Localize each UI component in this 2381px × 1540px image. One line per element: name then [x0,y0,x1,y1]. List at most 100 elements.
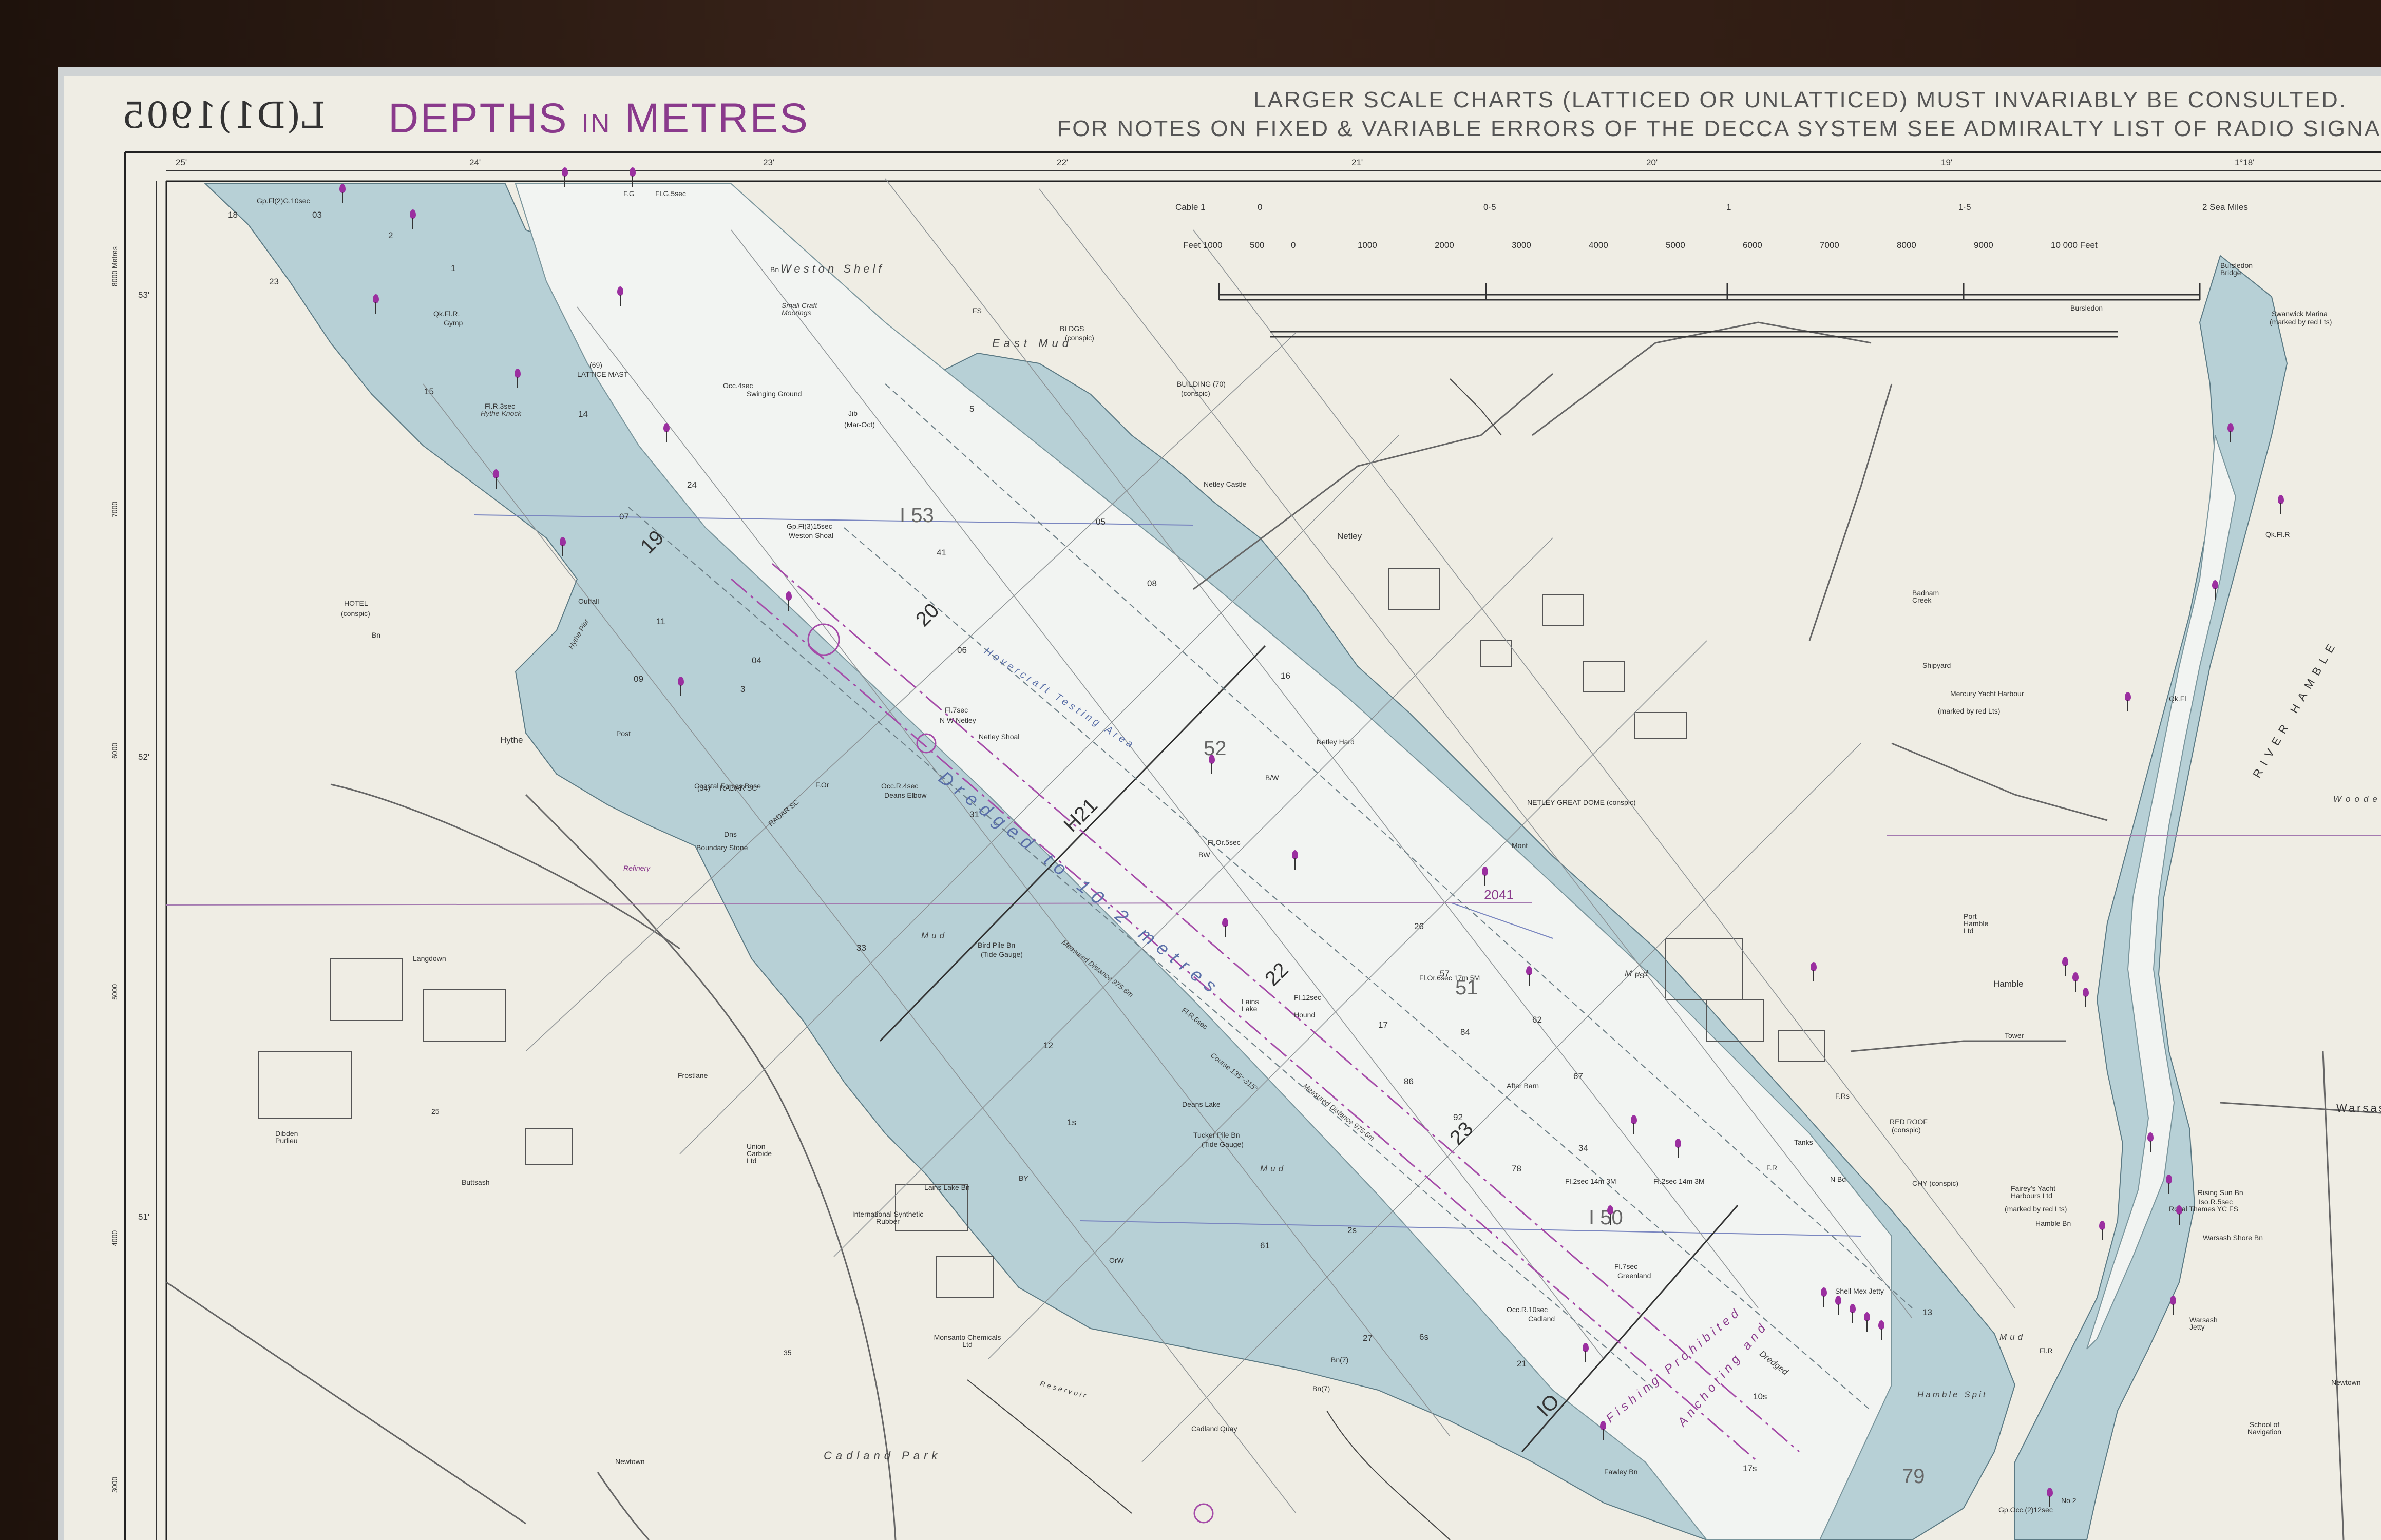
lon-23: 23' [763,158,775,167]
scale-feet-1000: Feet 1000 [1183,240,1223,250]
label-hythe: Hythe [500,735,523,745]
metre-7000: 7000 [110,501,119,517]
label-school-of-navigation: School of Navigation [2247,1420,2282,1436]
label-cadland-quay: Cadland Quay [1191,1424,1237,1433]
label-shipyard: Shipyard [1922,661,1951,669]
light-pin [1221,918,1229,938]
spot-height-25: 25 [431,1107,440,1115]
label-hamble-spit: Hamble Spit [1917,1390,1988,1399]
label-deans-elbow: Deans Elbow [884,791,927,799]
sounding: 17s [1743,1464,1757,1473]
label-cadland-park: Cadland Park [824,1449,942,1462]
label-warsash: Warsash [2336,1102,2381,1114]
light-pin [1849,1304,1857,1324]
sounding: 06 [957,645,967,655]
lon-21: 21' [1351,158,1363,167]
light-pin [559,537,567,557]
scale-mile-2: 2 Sea Miles [2202,202,2248,212]
light-fl-or-5sec: Fl.Or.5sec [1208,838,1241,846]
label-bird-pile-bn: Bird Pile Bn [978,941,1016,949]
light-bn-2: Bn [372,631,381,639]
metre-5000: 5000 [110,984,119,1000]
label-monsanto: Monsanto Chemicals Ltd [934,1333,1001,1349]
sounding: 07 [619,512,629,522]
lat-53: 53' [138,290,150,300]
light-pin [2146,1132,2155,1153]
scale-feet-9000: 9000 [1974,240,1993,250]
label-fawley-bn: Fawley Bn [1604,1468,1638,1476]
sounding: 57 [1440,969,1450,978]
sounding: 2s [1347,1225,1357,1235]
light-pin [2061,957,2069,977]
light-pin [372,294,380,315]
light-pin [338,184,347,204]
label-netley-great-dome: NETLEY GREAT DOME (conspic) [1527,798,1636,806]
label-badnam-creek: Badnam Creek [1912,589,1939,604]
light-pin [1834,1296,1842,1316]
label-mont: Mont [1512,841,1528,850]
light-f-rs: F.Rs [1835,1092,1850,1100]
lon-20: 20' [1646,158,1658,167]
light-pin [1863,1312,1871,1333]
nautical-chart: L(D1)1905 DEPTHS IN METRES LARGER SCALE … [64,76,2381,1540]
light-pin [409,209,417,230]
light-lattice-69: (69) [589,361,602,369]
sounding: 61 [1260,1241,1270,1250]
label-bursledon-bridge: Bursledon Bridge [2220,261,2253,277]
light-fl-7sec-b: Fl.7sec [1614,1262,1638,1270]
label-outfall: Outfall [578,597,599,605]
light-pin [628,167,637,188]
label-dolphins: Dns [724,830,737,838]
scale-cable-label: Cable 1 [1175,202,1206,212]
light-pin [2277,495,2285,515]
label-n-bd: N Bd [1830,1175,1846,1183]
label-cadland: Cadland [1528,1315,1555,1323]
label-moorings-note: (Mar-Oct) [844,420,875,429]
light-by: BY [1019,1174,1028,1182]
metre-4000: 4000 [110,1230,119,1246]
sounding: 09 [634,674,643,684]
light-gp-fl-3-15sec: Gp.Fl(3)15sec [787,522,832,530]
label-wooded: Wooded [2333,794,2381,804]
lon-24: 24' [469,158,481,167]
light-b-w: B/W [1265,774,1279,782]
label-swinging-ground: Swinging Ground [747,390,802,398]
sounding: 92 [1453,1112,1463,1122]
lon-19: 19' [1941,158,1953,167]
label-frostlane: Frostlane [678,1071,708,1080]
label-warsash-shore-bn: Warsash Shore Bn [2203,1234,2263,1242]
light-f-g: F.G [623,189,635,198]
label-greenland: Greenland [1617,1272,1651,1280]
light-pin [677,677,685,697]
light-pin [1582,1343,1590,1363]
light-radar-34: (34) [697,784,710,792]
label-weston-shoal: Weston Shoal [789,531,833,540]
sounding: 11 [656,617,665,626]
light-pin [1525,966,1533,987]
label-bldgs: BLDGS [1060,324,1084,333]
light-qk-fl-r: Qk.Fl.R. [433,310,460,318]
sounding: 05 [1096,517,1106,527]
light-pin [2082,988,2090,1008]
sounding: 21 [1517,1359,1527,1369]
light-pin [1820,1287,1828,1308]
sounding: 84 [1460,1027,1470,1037]
label-langdown: Langdown [413,954,446,962]
label-bldgs-conspic: (conspic) [1065,334,1094,342]
light-pin [1481,867,1489,887]
light-occ-r-4sec: Occ.R.4sec [881,782,919,790]
sounding: 12 [1043,1041,1053,1050]
label-netley-castle: Netley Castle [1204,480,1247,488]
light-pin [616,286,624,307]
sounding: 67 [1573,1071,1583,1081]
label-jib: Jib [848,409,858,417]
lon-22: 22' [1057,158,1069,167]
label-post: Post [616,729,631,738]
label-chy: CHY (conspic) [1912,1179,1958,1187]
label-newtown-right: Newtown [2331,1378,2361,1387]
light-fl-7sec: Fl.7sec [945,706,968,714]
light-bn-1: Bn [770,265,779,274]
label-union-carbide: Union Carbide Ltd [747,1142,772,1165]
label-lains-lake-bn: Lains Lake Bn [924,1183,970,1191]
scale-feet-t1000: 1000 [1358,240,1377,250]
